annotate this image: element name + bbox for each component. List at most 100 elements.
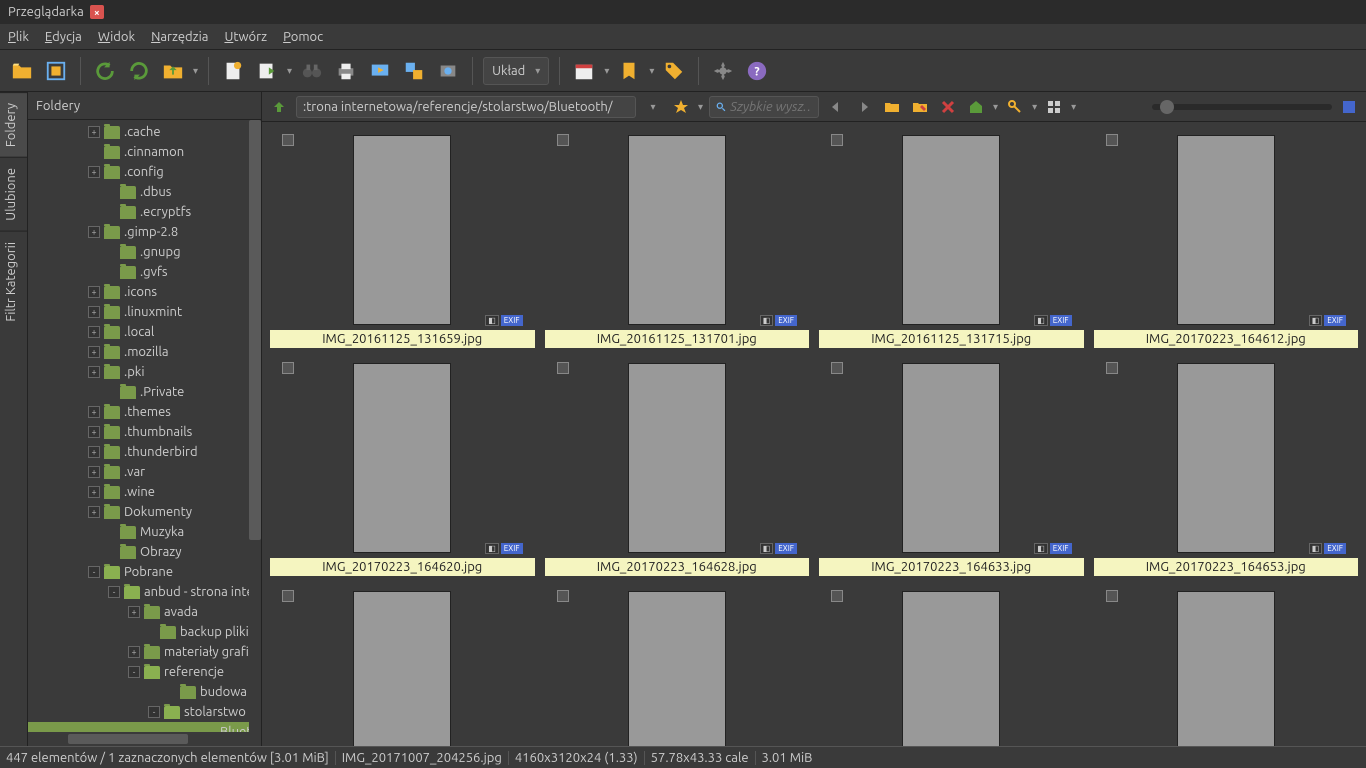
binoculars-icon[interactable] <box>298 57 326 85</box>
tree-node[interactable]: +.linuxmint <box>28 302 261 322</box>
expand-icon[interactable]: + <box>88 466 100 478</box>
new-doc-icon[interactable] <box>219 57 247 85</box>
tree-node[interactable]: Bluetooth <box>28 722 261 732</box>
expand-icon[interactable]: + <box>88 326 100 338</box>
tree-node[interactable]: budowa domów <box>28 682 261 702</box>
expand-icon[interactable]: + <box>88 126 100 138</box>
tree-node[interactable]: +Dokumenty <box>28 502 261 522</box>
checkbox[interactable] <box>282 362 294 374</box>
chevron-down-icon[interactable]: ▾ <box>193 65 198 77</box>
close-icon[interactable]: × <box>90 5 104 19</box>
folder-tree[interactable]: +.cache.cinnamon+.config.dbus.ecryptfs+.… <box>28 120 261 732</box>
menu-create[interactable]: Utwórz <box>224 30 267 44</box>
tree-node[interactable]: +.icons <box>28 282 261 302</box>
vtab-category-filter[interactable]: Filtr Kategorii <box>0 231 27 332</box>
tree-node[interactable]: +.themes <box>28 402 261 422</box>
thumbnail[interactable]: ◧EXIFIMG_20170223_164653.jpg <box>1094 358 1359 576</box>
thumbnail[interactable]: ◧EXIFIMG_20170223_164628.jpg <box>545 358 810 576</box>
expand-icon[interactable]: + <box>88 506 100 518</box>
color-mode-icon[interactable] <box>1338 96 1360 118</box>
expand-icon[interactable]: + <box>88 226 100 238</box>
checkbox[interactable] <box>1106 134 1118 146</box>
collapse-icon[interactable]: - <box>148 706 160 718</box>
thumbnail[interactable]: ◧EXIFIMG_20170223_164633.jpg <box>819 358 1084 576</box>
tree-node[interactable]: +.thunderbird <box>28 442 261 462</box>
layout-combo[interactable]: Układ▾ <box>483 57 549 85</box>
menu-view[interactable]: Widok <box>98 30 135 44</box>
tree-node[interactable]: +materiały graficzne <box>28 642 261 662</box>
expand-icon[interactable]: + <box>88 166 100 178</box>
expand-icon[interactable]: + <box>88 426 100 438</box>
print-icon[interactable] <box>332 57 360 85</box>
expand-icon[interactable]: + <box>88 286 100 298</box>
collapse-icon[interactable]: - <box>108 586 120 598</box>
chevron-down-icon[interactable]: ▾ <box>604 65 609 77</box>
tree-node[interactable]: -anbud - strona interne <box>28 582 261 602</box>
grid-view-icon[interactable] <box>1043 96 1065 118</box>
tree-node[interactable]: Muzyka <box>28 522 261 542</box>
refresh-ccw-icon[interactable] <box>91 57 119 85</box>
help-icon[interactable]: ? <box>743 57 771 85</box>
tree-node[interactable]: +.cache <box>28 122 261 142</box>
key-icon[interactable] <box>1004 96 1026 118</box>
expand-icon[interactable]: + <box>88 366 100 378</box>
tree-node[interactable]: +.mozilla <box>28 342 261 362</box>
vtab-favorites[interactable]: Ulubione <box>0 157 27 231</box>
slideshow-icon[interactable] <box>366 57 394 85</box>
tree-node[interactable]: +.var <box>28 462 261 482</box>
tree-node[interactable]: +.pki <box>28 362 261 382</box>
checkbox[interactable] <box>282 590 294 602</box>
star-icon[interactable] <box>670 96 692 118</box>
tree-node[interactable]: -referencje <box>28 662 261 682</box>
settings-icon[interactable] <box>709 57 737 85</box>
expand-icon[interactable]: + <box>88 406 100 418</box>
tree-node[interactable]: .ecryptfs <box>28 202 261 222</box>
tree-node[interactable]: .dbus <box>28 182 261 202</box>
vtab-folders[interactable]: Foldery <box>0 92 27 157</box>
checkbox[interactable] <box>557 362 569 374</box>
thumbnail[interactable] <box>1094 586 1359 746</box>
tree-node[interactable]: -stolarstwo <box>28 702 261 722</box>
tree-node[interactable]: Obrazy <box>28 542 261 562</box>
chevron-down-icon[interactable]: ▾ <box>698 101 703 113</box>
chevron-down-icon[interactable]: ▾ <box>993 101 998 113</box>
tree-node[interactable]: +.gimp-2.8 <box>28 222 261 242</box>
checkbox[interactable] <box>831 134 843 146</box>
expand-icon[interactable]: + <box>88 486 100 498</box>
thumbnail[interactable]: ◧EXIFIMG_20161125_131659.jpg <box>270 130 535 348</box>
refresh-cw-icon[interactable] <box>125 57 153 85</box>
menu-file[interactable]: Plik <box>8 30 29 44</box>
chevron-down-icon[interactable]: ▾ <box>1032 101 1037 113</box>
scrollbar[interactable] <box>249 120 261 732</box>
tree-node[interactable]: +.config <box>28 162 261 182</box>
path-dropdown-icon[interactable]: ▾ <box>642 96 664 118</box>
expand-icon[interactable]: + <box>88 306 100 318</box>
checkbox[interactable] <box>1106 590 1118 602</box>
home-icon[interactable] <box>965 96 987 118</box>
tree-node[interactable]: +.local <box>28 322 261 342</box>
thumbnail[interactable] <box>545 586 810 746</box>
zoom-slider[interactable] <box>1152 104 1332 110</box>
thumbnail[interactable]: ◧EXIFIMG_20170223_164620.jpg <box>270 358 535 576</box>
tag-icon[interactable] <box>660 57 688 85</box>
folder-icon[interactable] <box>881 96 903 118</box>
menu-help[interactable]: Pomoc <box>283 30 323 44</box>
go-up-icon[interactable] <box>268 96 290 118</box>
collapse-icon[interactable]: - <box>128 666 140 678</box>
delete-icon[interactable] <box>937 96 959 118</box>
tree-node[interactable]: +avada <box>28 602 261 622</box>
bookmark-icon[interactable] <box>615 57 643 85</box>
thumbnail-grid[interactable]: ◧EXIFIMG_20161125_131659.jpg◧EXIFIMG_201… <box>262 122 1366 746</box>
export-icon[interactable] <box>253 57 281 85</box>
open-icon[interactable] <box>8 57 36 85</box>
path-input[interactable]: :trona internetowa/referencje/stolarstwo… <box>296 96 636 118</box>
tree-node[interactable]: .cinnamon <box>28 142 261 162</box>
tree-node[interactable]: .Private <box>28 382 261 402</box>
tree-node[interactable]: +.thumbnails <box>28 422 261 442</box>
checkbox[interactable] <box>282 134 294 146</box>
acquire-icon[interactable] <box>434 57 462 85</box>
menu-edit[interactable]: Edycja <box>45 30 82 44</box>
expand-icon[interactable]: + <box>88 346 100 358</box>
thumbnail[interactable] <box>819 586 1084 746</box>
folder-edit-icon[interactable] <box>909 96 931 118</box>
